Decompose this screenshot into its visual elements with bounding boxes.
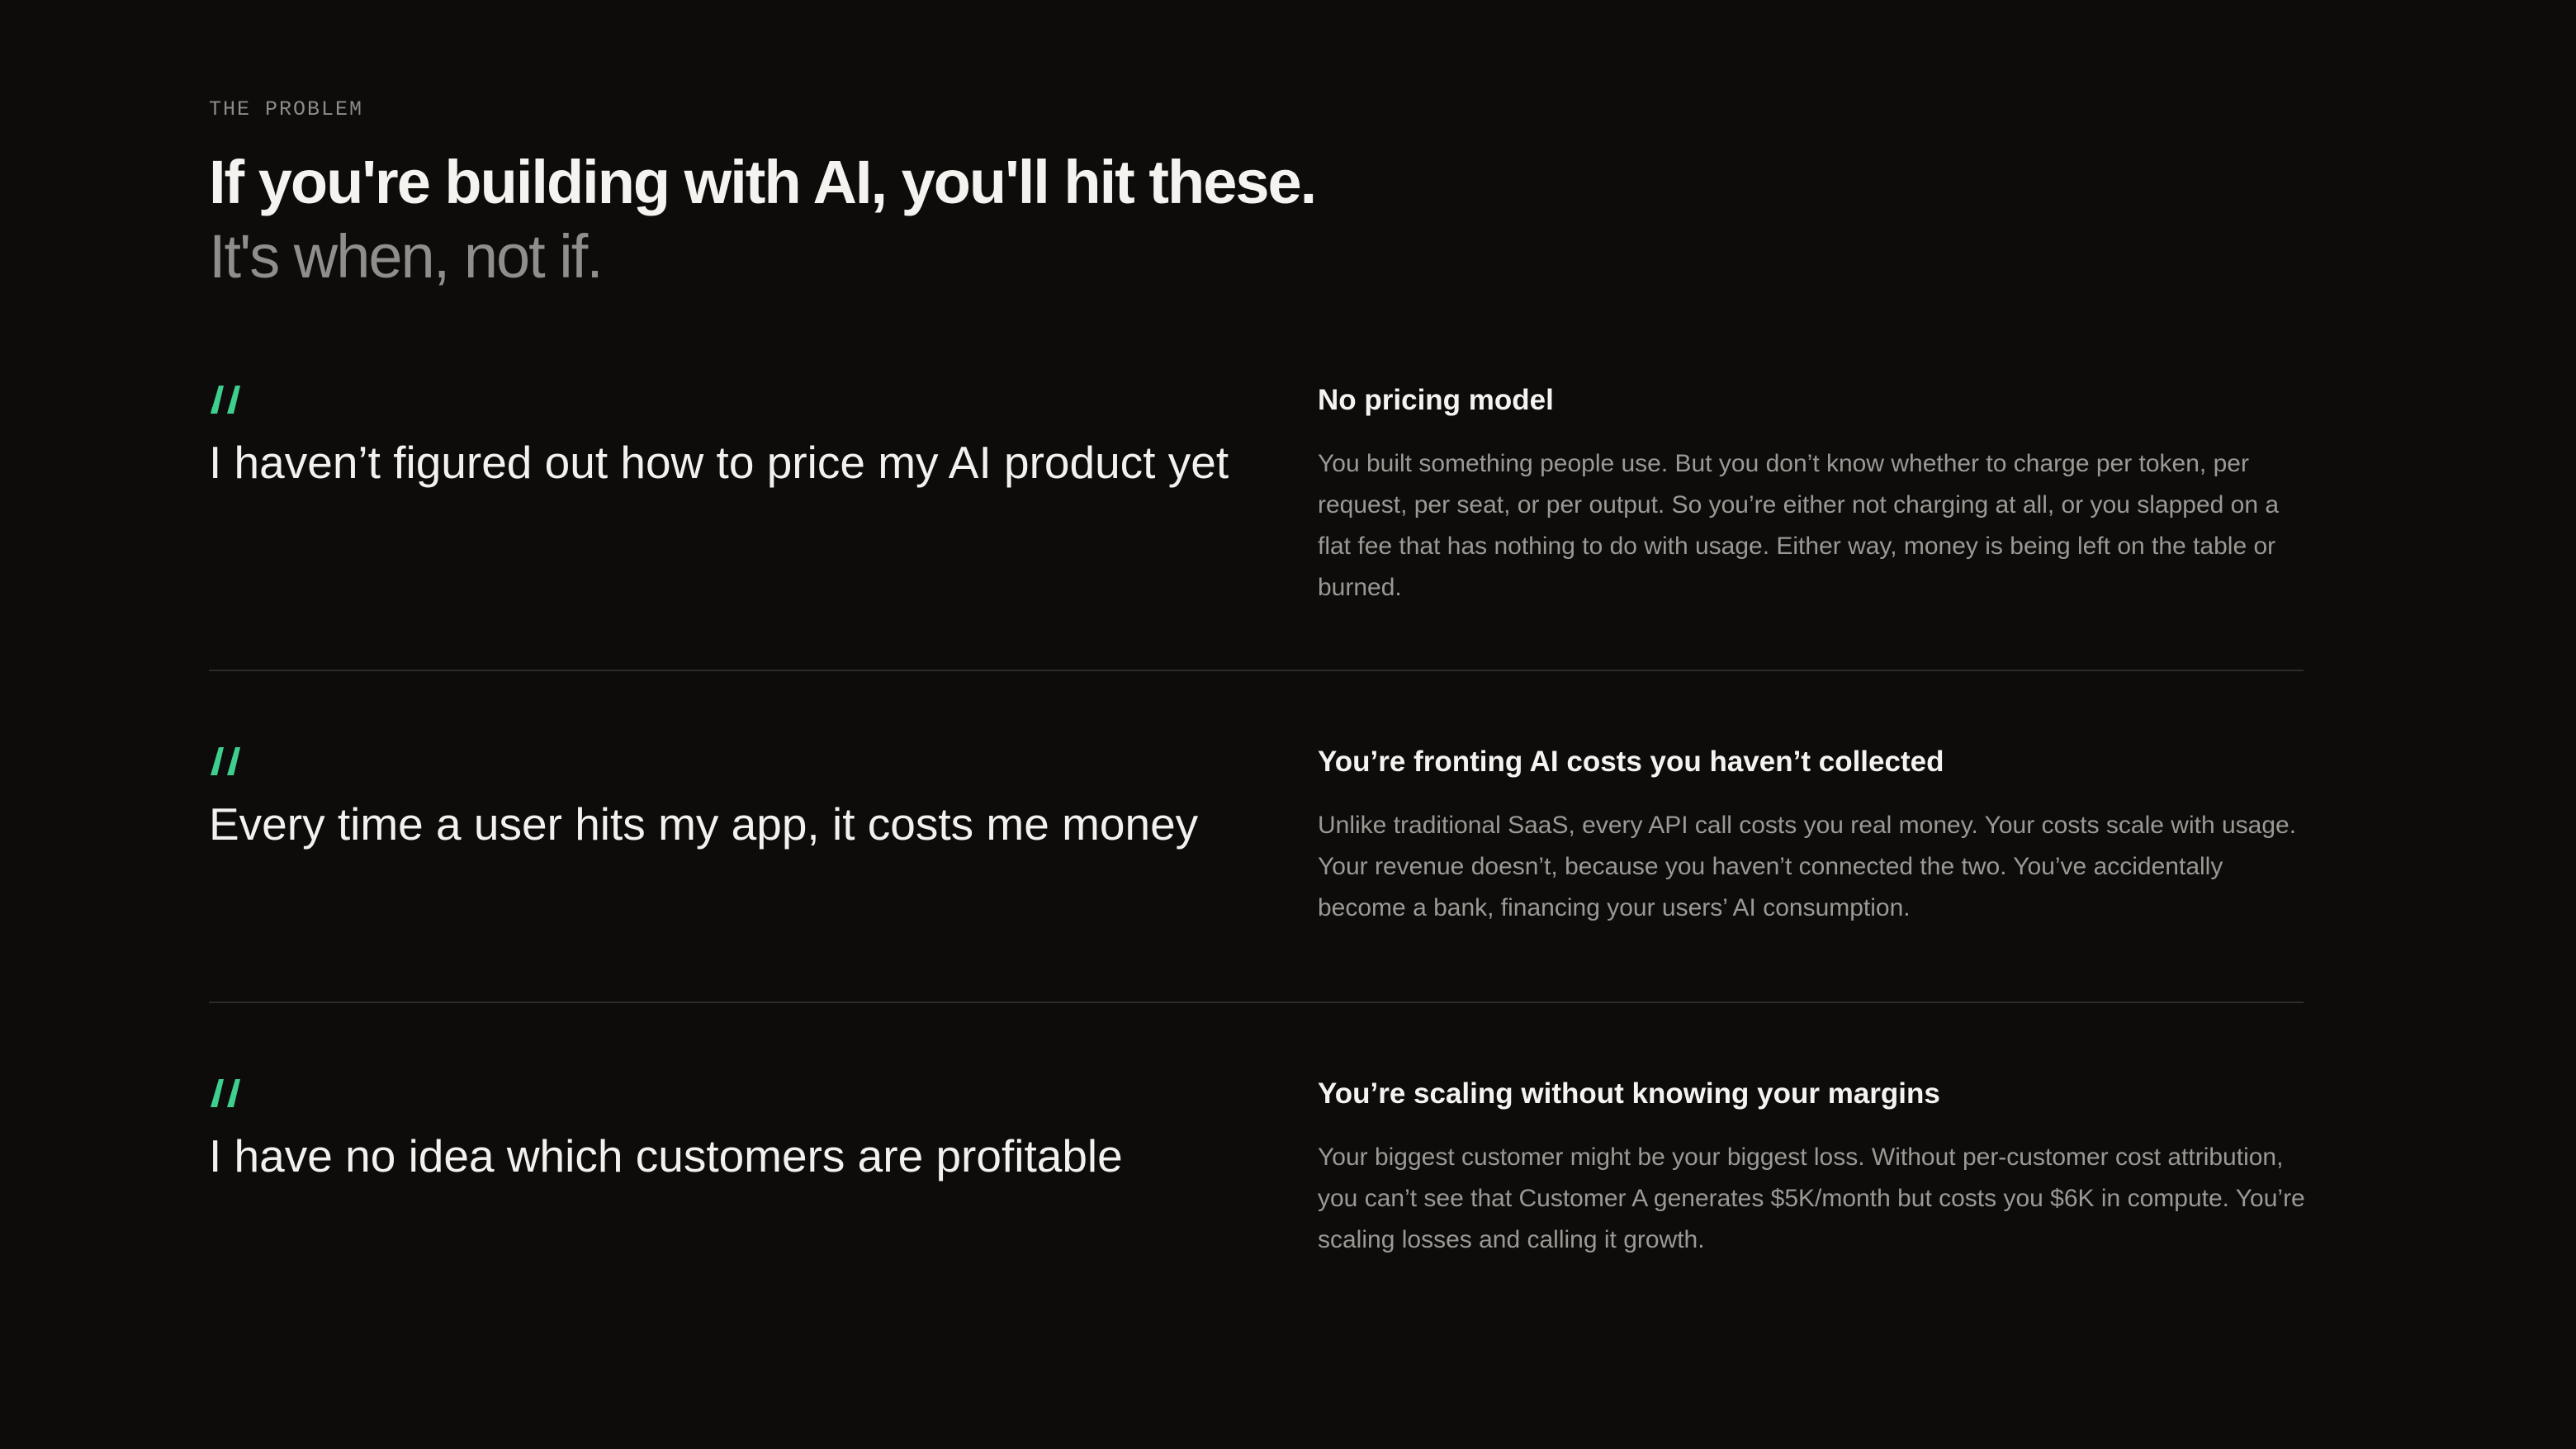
- problem-title: You’re scaling without knowing your marg…: [1318, 1077, 1940, 1110]
- problem-detail: You’re fronting AI costs you haven’t col…: [1318, 744, 2308, 929]
- page: THE PROBLEM If you're building with AI, …: [0, 0, 2576, 1449]
- quote-icon: [211, 386, 240, 414]
- problem-detail: You’re scaling without knowing your marg…: [1318, 1076, 2308, 1261]
- problem-title: No pricing model: [1318, 384, 1554, 416]
- problem-title: You’re fronting AI costs you haven’t col…: [1318, 746, 1944, 778]
- quote-icon: [211, 1079, 240, 1107]
- problem-detail: No pricing model You built something peo…: [1318, 382, 2308, 608]
- quote-icon: [211, 747, 240, 775]
- problem-description: Unlike traditional SaaS, every API call …: [1318, 812, 2297, 921]
- customer-quote: I haven’t figured out how to price my AI…: [209, 437, 1229, 488]
- section-headline: If you're building with AI, you'll hit t…: [209, 148, 1317, 216]
- problem-description: You built something people use. But you …: [1318, 450, 2280, 601]
- customer-quote: Every time a user hits my app, it costs …: [209, 798, 1199, 850]
- problem-description: Your biggest customer might be your bigg…: [1318, 1144, 2305, 1253]
- section-eyebrow: THE PROBLEM: [209, 97, 364, 121]
- section-subheadline: It's when, not if.: [209, 222, 604, 291]
- divider: [209, 670, 2304, 671]
- customer-quote: I have no idea which customers are profi…: [209, 1130, 1123, 1181]
- divider: [209, 1002, 2304, 1003]
